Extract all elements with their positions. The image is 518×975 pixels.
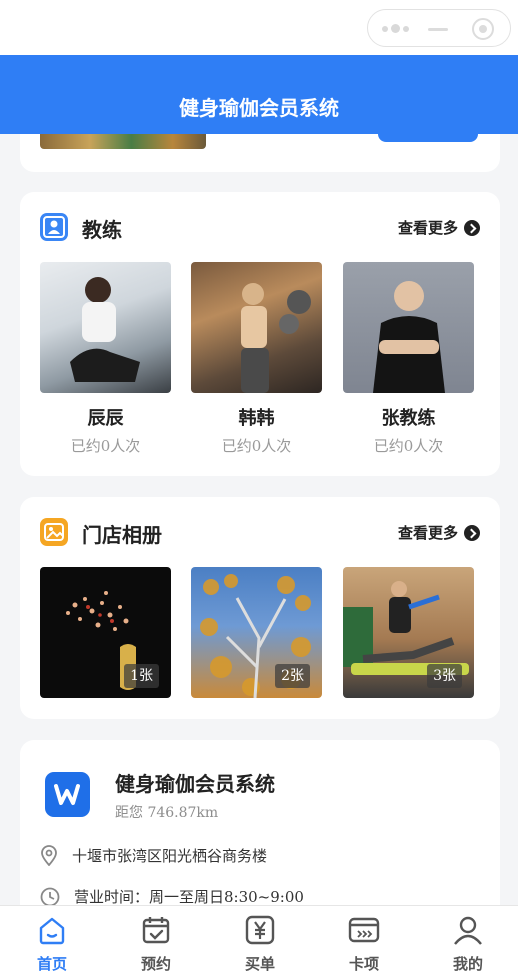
tab-label: 买单 xyxy=(244,955,275,973)
photo-count-badge: 3张 xyxy=(427,664,462,688)
store-hours-row: 营业时间：周一至周日8:30~9:00 xyxy=(40,886,304,907)
coach-photo[interactable] xyxy=(40,262,171,393)
photo-count-badge: 1张 xyxy=(124,664,159,688)
coach-booking-count: 已约0人次 xyxy=(373,437,444,455)
minimize-icon[interactable] xyxy=(428,28,448,31)
coaches-title: 教练 xyxy=(82,218,122,242)
coaches-more-label: 查看更多 xyxy=(397,219,458,237)
coach-booking-count: 已约0人次 xyxy=(221,437,292,455)
page-title: 健身瑜伽会员系统 xyxy=(179,96,339,120)
coach-name: 张教练 xyxy=(381,408,436,429)
more-menu-icon[interactable] xyxy=(382,24,409,33)
tab-label: 首页 xyxy=(36,955,67,973)
album-section: 门店相册 查看更多 1张 2张 3张 xyxy=(20,497,500,719)
album-photo[interactable]: 3张 xyxy=(343,567,474,698)
coaches-section-header: 教练 查看更多 xyxy=(40,212,480,242)
coaches-more-link[interactable]: 查看更多 xyxy=(398,217,480,238)
miniprogram-capsule xyxy=(367,9,511,47)
store-name: 健身瑜伽会员系统 xyxy=(115,772,275,796)
tab-mine[interactable]: 我的 xyxy=(428,906,508,975)
coach-photo[interactable] xyxy=(343,262,474,393)
home-icon xyxy=(39,917,65,945)
yen-pay-icon xyxy=(245,915,275,945)
chevron-right-icon xyxy=(464,524,480,541)
album-more-label: 查看更多 xyxy=(397,524,458,542)
store-address-row[interactable]: 十堰市张湾区阳光栖谷商务楼 xyxy=(40,844,267,866)
chevron-right-icon xyxy=(464,219,480,236)
coach-photo[interactable] xyxy=(191,262,322,393)
coach-name: 辰辰 xyxy=(87,408,124,429)
bottom-tab-bar: 首页 预约 买单 卡项 我的 xyxy=(0,905,518,975)
banner-card xyxy=(20,134,500,172)
image-icon xyxy=(40,518,68,546)
album-section-header: 门店相册 查看更多 xyxy=(40,517,480,547)
album-more-link[interactable]: 查看更多 xyxy=(398,522,480,543)
store-address: 十堰市张湾区阳光栖谷商务楼 xyxy=(72,846,268,865)
store-logo-icon xyxy=(45,772,90,817)
tab-pay[interactable]: 买单 xyxy=(220,906,300,975)
status-bar xyxy=(0,0,518,55)
close-miniprogram-icon[interactable] xyxy=(472,18,494,40)
tab-label: 我的 xyxy=(452,955,483,973)
coach-name: 韩韩 xyxy=(238,408,275,429)
album-photo[interactable]: 2张 xyxy=(191,567,322,698)
tab-label: 预约 xyxy=(140,955,171,973)
calendar-check-icon xyxy=(142,917,170,944)
store-hours: 营业时间：周一至周日8:30~9:00 xyxy=(74,888,304,906)
banner-image[interactable] xyxy=(40,134,206,149)
tab-booking[interactable]: 预约 xyxy=(116,906,196,975)
app-header: 健身瑜伽会员系统 xyxy=(0,55,518,134)
tab-label: 卡项 xyxy=(348,955,379,973)
store-distance: 距您 746.87km xyxy=(115,805,219,821)
coach-booking-count: 已约0人次 xyxy=(70,437,141,455)
tab-home[interactable]: 首页 xyxy=(12,906,92,975)
banner-action-button[interactable] xyxy=(378,134,478,142)
album-photo[interactable]: 1张 xyxy=(40,567,171,698)
card-icon xyxy=(348,917,380,943)
photo-count-badge: 2张 xyxy=(275,664,310,688)
tab-cards[interactable]: 卡项 xyxy=(324,906,404,975)
coach-icon xyxy=(40,213,68,241)
clock-icon xyxy=(40,887,60,906)
album-title: 门店相册 xyxy=(82,523,162,547)
location-pin-icon xyxy=(41,845,57,866)
coaches-section: 教练 查看更多 辰辰 已约0人次 韩韩 已约0人次 张教练 已约0人次 xyxy=(20,192,500,476)
user-icon xyxy=(454,916,482,945)
